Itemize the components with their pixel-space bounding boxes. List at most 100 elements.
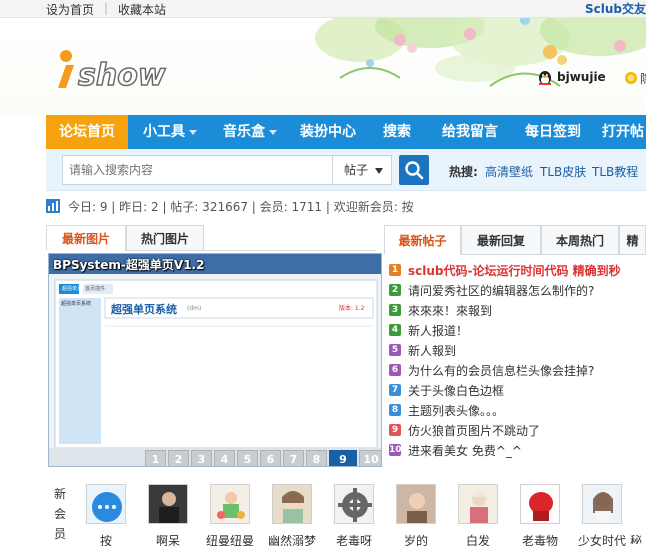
member-name[interactable]: 按 bbox=[74, 532, 138, 546]
nav-music-box[interactable]: 音乐盒 bbox=[214, 115, 286, 149]
ishow-logo[interactable]: show bbox=[54, 48, 184, 90]
new-members: 新会员 按 啊呆 纽曼纽曼 幽然溺梦 老毒呀 岁的 白发 老毒物 少女时代 秘 bbox=[46, 480, 646, 546]
member-card[interactable]: 啊呆 bbox=[136, 484, 196, 546]
member-card[interactable]: 岁的 bbox=[384, 484, 444, 546]
set-homepage-link[interactable]: 设为首页 bbox=[46, 1, 94, 18]
tab-latest-posts[interactable]: 最新帖子 bbox=[384, 225, 461, 255]
post-item[interactable]: 2 请问爱秀社区的编辑器怎么制作的? bbox=[389, 280, 646, 300]
nav-forum-home[interactable]: 论坛首页 bbox=[46, 115, 128, 149]
avatar[interactable] bbox=[396, 484, 436, 524]
slide-number-7[interactable]: 7 bbox=[283, 450, 304, 466]
search-scope-select[interactable]: 帖子 bbox=[332, 155, 392, 185]
post-title[interactable]: 新人報到 bbox=[408, 342, 456, 359]
slide-number-3[interactable]: 3 bbox=[191, 450, 212, 466]
member-name[interactable]: 纽曼纽曼 bbox=[198, 532, 262, 546]
post-title[interactable]: 关于头像白色边框 bbox=[408, 382, 504, 399]
nav-daily-checkin[interactable]: 每日签到 bbox=[518, 115, 588, 149]
tab-weekly-hot[interactable]: 本周热门 bbox=[541, 225, 619, 255]
hot-search-link[interactable]: TLB皮肤 bbox=[540, 163, 586, 180]
member-name[interactable]: 老毒物 bbox=[508, 532, 572, 546]
member-card[interactable]: 幽然溺梦 bbox=[260, 484, 320, 546]
post-item[interactable]: 10 进来看美女 免费^_^ bbox=[389, 440, 646, 460]
bookmark-link[interactable]: 收藏本站 bbox=[118, 1, 166, 18]
username-link[interactable]: bjwujie bbox=[557, 70, 606, 84]
member-name[interactable]: 啊呆 bbox=[136, 532, 200, 546]
member-card[interactable]: 纽曼纽曼 bbox=[198, 484, 258, 546]
post-title[interactable]: 进来看美女 免费^_^ bbox=[408, 442, 522, 459]
member-card[interactable]: 白发 bbox=[446, 484, 506, 546]
slide-number-10[interactable]: 10 bbox=[359, 450, 381, 466]
nav-search[interactable]: 搜索 bbox=[376, 115, 418, 149]
post-item[interactable]: 3 來來來！來報到 bbox=[389, 300, 646, 320]
slide-number-5[interactable]: 5 bbox=[237, 450, 258, 466]
tab-label: 热门图片 bbox=[140, 232, 189, 246]
slide-number-4[interactable]: 4 bbox=[214, 450, 235, 466]
post-title[interactable]: 仿火狼首页图片不跳动了 bbox=[408, 422, 540, 439]
tab-hot-images[interactable]: 热门图片 bbox=[126, 225, 204, 251]
nav-label: 给我留言 bbox=[442, 124, 498, 140]
member-name[interactable]: 少女时代 bbox=[570, 532, 634, 546]
post-title[interactable]: 新人报道！ bbox=[408, 322, 468, 339]
avatar[interactable] bbox=[148, 484, 188, 524]
tab-latest-replies[interactable]: 最新回复 bbox=[461, 225, 541, 255]
stealth-status-link[interactable]: 隐身 bbox=[640, 70, 646, 87]
main-nav: 论坛首页 小工具 音乐盒 装扮中心 搜索 给我留言 每日签到 打开帖 bbox=[46, 115, 646, 149]
slide-number-2[interactable]: 2 bbox=[168, 450, 189, 466]
avatar[interactable] bbox=[272, 484, 312, 524]
post-title[interactable]: 來來來！來報到 bbox=[408, 302, 492, 319]
top-utility-bar: 设为首页 | 收藏本站 Sclub交友 bbox=[0, 0, 646, 18]
chat-bubble-avatar bbox=[87, 485, 125, 523]
nav-dressup-center[interactable]: 装扮中心 bbox=[294, 115, 362, 149]
post-item[interactable]: 4 新人报道！ bbox=[389, 320, 646, 340]
hot-search-link[interactable]: 高清壁纸 bbox=[485, 163, 533, 180]
slide-number-1[interactable]: 1 bbox=[145, 450, 166, 466]
member-card[interactable]: 老毒呀 bbox=[322, 484, 382, 546]
post-title[interactable]: 为什么有的会员信息栏头像会挂掉? bbox=[408, 362, 594, 379]
hot-search-link[interactable]: TLB教程 bbox=[592, 163, 638, 180]
post-item[interactable]: 9 仿火狼首页图片不跳动了 bbox=[389, 420, 646, 440]
search-button[interactable] bbox=[399, 155, 429, 185]
avatar[interactable] bbox=[210, 484, 250, 524]
post-title[interactable]: 主题列表头像。。。 bbox=[408, 402, 504, 419]
image-slideshow[interactable]: BPSystem-超强单页V1.2 超强单页 首页插件 超强单页系统 超强单页系… bbox=[48, 253, 382, 467]
boxing-glove-avatar bbox=[521, 485, 559, 523]
member-card[interactable]: 少女时代 bbox=[570, 484, 630, 546]
slide-number-8[interactable]: 8 bbox=[306, 450, 327, 466]
tab-label: 精 bbox=[626, 234, 639, 248]
stats-text: 今日: 9 | 昨日: 2 | 帖子: 321667 | 会员: 1711 | … bbox=[68, 200, 414, 214]
slide-number-9[interactable]: 9 bbox=[329, 450, 357, 466]
avatar[interactable] bbox=[458, 484, 498, 524]
post-title[interactable]: sclub代码-论坛运行时间代码 精确到秒 bbox=[408, 262, 621, 279]
post-item[interactable]: 6 为什么有的会员信息栏头像会挂掉? bbox=[389, 360, 646, 380]
post-item[interactable]: 1 sclub代码-论坛运行时间代码 精确到秒 bbox=[389, 260, 646, 280]
nav-leave-message[interactable]: 给我留言 bbox=[434, 115, 506, 149]
nav-open-post[interactable]: 打开帖 bbox=[602, 115, 646, 149]
member-name[interactable]: 秘 bbox=[626, 532, 646, 544]
avatar[interactable] bbox=[334, 484, 374, 524]
avatar[interactable] bbox=[520, 484, 560, 524]
member-card[interactable]: 老毒物 bbox=[508, 484, 568, 546]
tab-featured[interactable]: 精 bbox=[619, 225, 646, 255]
slide-number-6[interactable]: 6 bbox=[260, 450, 281, 466]
avatar[interactable] bbox=[86, 484, 126, 524]
post-item[interactable]: 8 主题列表头像。。。 bbox=[389, 400, 646, 420]
post-item[interactable]: 7 关于头像白色边框 bbox=[389, 380, 646, 400]
nav-label: 音乐盒 bbox=[223, 124, 265, 140]
member-name[interactable]: 白发 bbox=[446, 532, 510, 546]
member-name[interactable]: 幽然溺梦 bbox=[260, 532, 324, 546]
search-input[interactable] bbox=[62, 155, 332, 185]
photo-avatar bbox=[273, 485, 311, 523]
post-title[interactable]: 请问爱秀社区的编辑器怎么制作的? bbox=[408, 282, 594, 299]
post-item[interactable]: 5 新人報到 bbox=[389, 340, 646, 360]
member-card[interactable]: 秘 bbox=[626, 484, 646, 544]
member-name[interactable]: 老毒呀 bbox=[322, 532, 386, 546]
tab-latest-images[interactable]: 最新图片 bbox=[46, 225, 126, 251]
nav-tools[interactable]: 小工具 bbox=[134, 115, 206, 149]
tab-label: 最新图片 bbox=[61, 232, 110, 246]
rank-badge: 8 bbox=[389, 404, 401, 416]
member-name[interactable]: 岁的 bbox=[384, 532, 448, 546]
avatar[interactable] bbox=[582, 484, 622, 524]
photo-avatar bbox=[211, 485, 249, 523]
site-name-link[interactable]: Sclub交友 bbox=[585, 0, 646, 17]
member-card[interactable]: 按 bbox=[74, 484, 134, 546]
